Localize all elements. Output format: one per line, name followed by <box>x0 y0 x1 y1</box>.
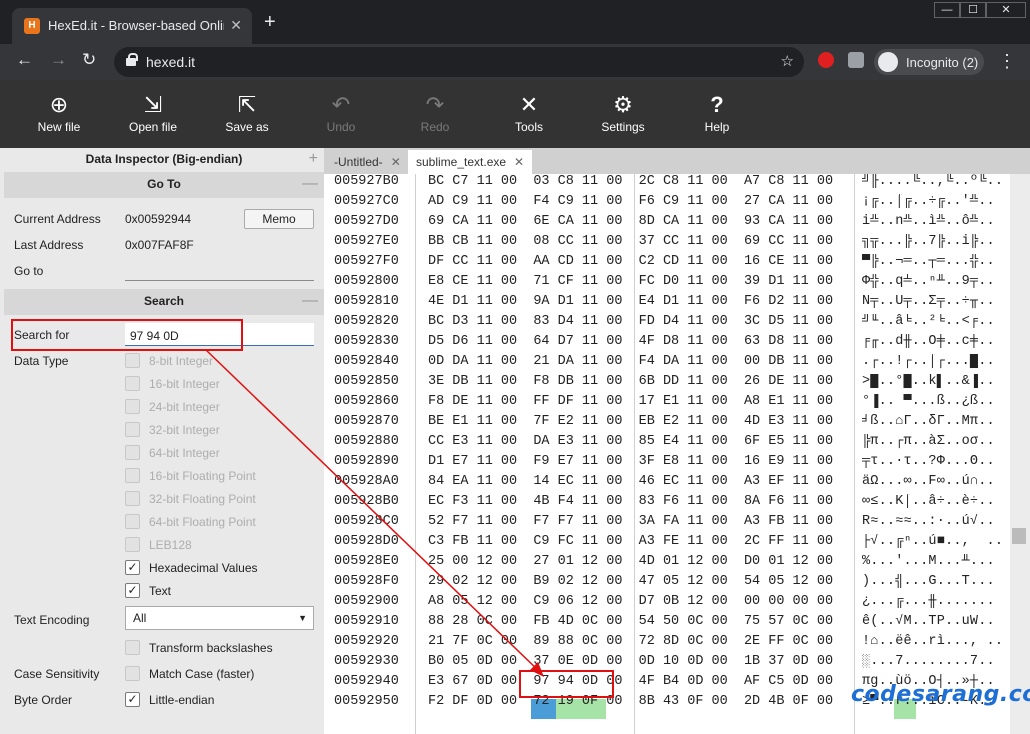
annotation-arrow <box>205 349 614 698</box>
